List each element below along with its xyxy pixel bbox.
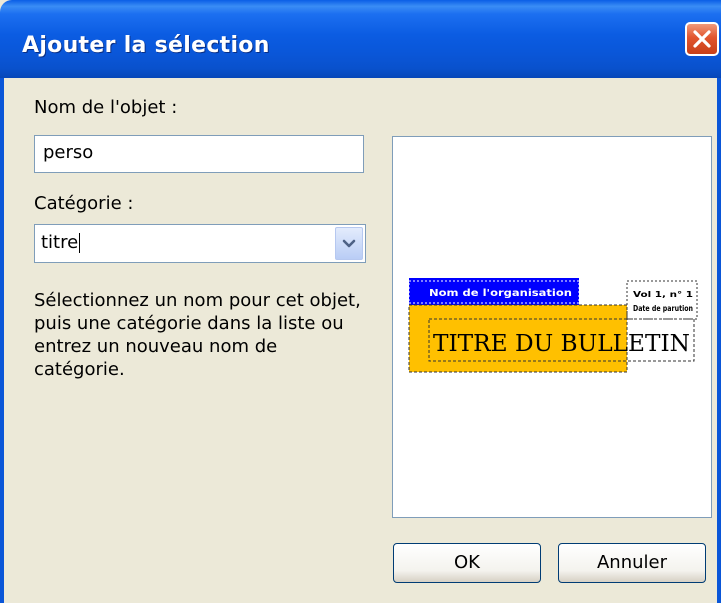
org-name-text: Nom de l'organisation	[429, 288, 572, 299]
newsletter-title-text: TITRE DU BULLETIN	[433, 331, 690, 357]
object-name-input[interactable]: perso	[34, 135, 364, 173]
chevron-down-icon	[342, 239, 356, 248]
issue-date-text: Date de parution	[633, 304, 693, 313]
ok-button[interactable]: OK	[393, 543, 541, 583]
category-dropdown-button[interactable]	[335, 227, 363, 260]
selection-preview: Nom de l'organisation TITRE DU BULLETIN …	[392, 136, 712, 518]
category-value: titre	[41, 232, 81, 253]
category-label: Catégorie :	[34, 193, 134, 214]
instructions-text: Sélectionnez un nom pour cet objet, puis…	[34, 290, 361, 380]
dialog-body: Nom de l'objet : perso Catégorie : titre…	[0, 78, 721, 603]
issue-frame	[626, 280, 698, 320]
preview-canvas: Nom de l'organisation TITRE DU BULLETIN …	[408, 278, 698, 373]
object-name-label: Nom de l'objet :	[34, 97, 178, 118]
close-button[interactable]	[685, 22, 719, 56]
cancel-button[interactable]: Annuler	[558, 543, 706, 583]
dialog-title: Ajouter la sélection	[22, 33, 270, 58]
close-icon	[693, 30, 711, 48]
dialog-window: Ajouter la sélection Nom de l'objet : pe…	[0, 0, 721, 603]
title-bar[interactable]: Ajouter la sélection	[0, 0, 721, 78]
category-combobox[interactable]: titre	[34, 224, 366, 263]
issue-number-text: Vol 1, n° 1	[633, 290, 694, 299]
